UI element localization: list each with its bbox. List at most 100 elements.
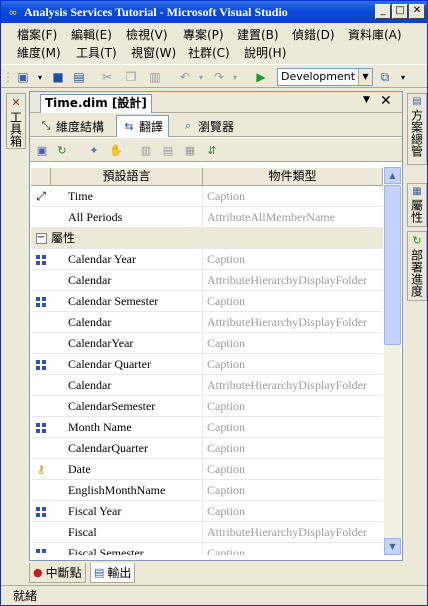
menu-view[interactable]: 檢視(V) (126, 26, 168, 43)
paste-icon[interactable]: ▥ (147, 69, 163, 85)
toolbar-grip-icon: ⋮ (2, 70, 14, 84)
default-language-cell: Date (51, 459, 203, 479)
table-row[interactable]: Fiscal Semester Caption (31, 543, 383, 555)
menu-tools[interactable]: 工具(T) (76, 44, 117, 61)
table-row[interactable]: Month Name Caption (31, 417, 383, 438)
start-debugging-icon[interactable]: ▶ (253, 69, 269, 85)
grid-header: 預設語言 物件類型 (31, 167, 383, 186)
toolbox-label: 工具箱 (8, 111, 23, 147)
solution-configuration-select[interactable]: Development ▼ (277, 68, 373, 86)
menu-help[interactable]: 說明(H) (244, 44, 286, 61)
breakpoints-tab[interactable]: ● 中斷點 (29, 563, 86, 583)
output-tab[interactable]: ▤ 輸出 (90, 563, 136, 583)
tab-dimension-structure[interactable]: ⤡ 維度結構 (34, 115, 109, 137)
table-row[interactable]: Calendar AttributeHierarchyDisplayFolder (31, 375, 383, 396)
table-row[interactable]: CalendarQuarter Caption (31, 438, 383, 459)
row-icon-cell (31, 438, 51, 459)
chevron-down-icon[interactable]: ▼ (358, 69, 372, 85)
cut-translation-icon[interactable]: ▥ (138, 143, 154, 158)
add-new-item-icon[interactable]: ▣ (15, 69, 31, 85)
table-row[interactable]: Fiscal Year Caption (31, 501, 383, 522)
properties-label: 屬性 (409, 199, 424, 223)
tab-browser[interactable]: ⌕ 瀏覽器 (176, 115, 239, 137)
menu-community[interactable]: 社群(C) (188, 44, 230, 61)
redo-icon[interactable]: ↷ (211, 69, 227, 85)
default-language-cell: Fiscal (51, 522, 203, 542)
menu-file[interactable]: 檔案(F) (17, 26, 57, 43)
properties-tab[interactable]: ▦ 屬性 (407, 183, 427, 227)
toolbar-options-icon[interactable]: ▾ (395, 69, 411, 85)
cut-icon[interactable]: ✂ (99, 69, 115, 85)
table-row[interactable]: CalendarSemester Caption (31, 396, 383, 417)
delete-translation-icon[interactable]: ✋ (108, 143, 124, 158)
title-bar[interactable]: ∞ Analysis Services Tutorial - Microsoft… (1, 1, 427, 23)
close-document-icon[interactable]: ✕ (380, 93, 392, 109)
refresh-icon[interactable]: ↻ (54, 143, 70, 158)
default-language-cell: Calendar Year (51, 249, 203, 269)
menu-bar: 檔案(F) 編輯(E) 檢視(V) 專案(P) 建置(B) 偵錯(D) 資料庫(… (1, 23, 427, 63)
table-row[interactable]: Calendar Quarter Caption (31, 354, 383, 375)
add-new-item-dropdown-icon[interactable]: ▾ (32, 69, 48, 85)
document-tab[interactable]: Time.dim [設計] (40, 94, 152, 113)
table-row[interactable]: Calendar AttributeHierarchyDisplayFolder (31, 312, 383, 333)
maximize-button[interactable]: □ (392, 4, 408, 19)
table-row[interactable]: Calendar Semester Caption (31, 291, 383, 312)
scroll-thumb[interactable] (384, 185, 401, 345)
column-header-default-language[interactable]: 預設語言 (51, 167, 203, 186)
add-translation-icon[interactable]: ✦ (86, 143, 102, 158)
table-row[interactable]: CalendarYear Caption (31, 333, 383, 354)
object-type-cell: Caption (207, 399, 245, 413)
menu-debug[interactable]: 偵錯(D) (292, 26, 335, 43)
group-row[interactable]: − 屬性 (31, 228, 383, 249)
save-all-icon[interactable]: ▤ (71, 69, 87, 85)
scroll-down-icon[interactable]: ▼ (384, 538, 401, 555)
save-icon[interactable]: ■ (50, 69, 66, 85)
collapse-icon[interactable]: − (35, 233, 47, 244)
table-row[interactable]: All Periods AttributeAllMemberName (31, 207, 383, 228)
toolbox-tab[interactable]: ✕ 工具箱 (6, 93, 26, 149)
column-header-object-type[interactable]: 物件類型 (203, 167, 383, 186)
table-row[interactable]: ⚷ Date Caption (31, 459, 383, 480)
deployment-progress-tab[interactable]: ↻ 部署進度 (407, 231, 427, 301)
menu-window[interactable]: 視窗(W) (131, 44, 176, 61)
new-caption-icon[interactable]: ▣ (34, 143, 50, 158)
table-row[interactable]: Calendar Year Caption (31, 249, 383, 270)
undo-icon[interactable]: ↶ (177, 69, 193, 85)
dimension-designer: Time.dim [設計] ▼ ✕ ⤡ 維度結構 ⇆ 翻譯 ⌕ 瀏覽器 ▣ ↻ … (29, 91, 403, 561)
menu-edit[interactable]: 編輯(E) (71, 26, 112, 43)
undo-dropdown-icon[interactable]: ▾ (193, 69, 209, 85)
object-type-cell: Caption (207, 504, 245, 518)
default-language-cell: CalendarQuarter (51, 438, 203, 458)
menu-project[interactable]: 專案(P) (183, 26, 224, 43)
tab-dimension-structure-label: 維度結構 (56, 119, 105, 134)
find-icon[interactable]: ⧉ (377, 69, 393, 85)
minimize-button[interactable]: _ (375, 4, 391, 19)
object-type-cell: Caption (207, 420, 245, 434)
solution-explorer-tab[interactable]: ▤ 方案總管 (407, 93, 427, 165)
tab-translations[interactable]: ⇆ 翻譯 (116, 115, 170, 137)
table-row[interactable]: Calendar AttributeHierarchyDisplayFolder (31, 270, 383, 291)
row-icon-cell (31, 543, 51, 555)
copy-icon[interactable]: ❐ (123, 69, 139, 85)
object-type-cell: AttributeHierarchyDisplayFolder (207, 378, 367, 392)
output-icon: ▤ (94, 566, 105, 579)
edit-translation-icon[interactable]: ⇵ (204, 143, 220, 158)
row-icon-cell (31, 375, 51, 396)
menu-dimension[interactable]: 維度(M) (17, 44, 61, 61)
default-language-cell: EnglishMonthName (51, 480, 203, 500)
menu-database[interactable]: 資料庫(A) (348, 26, 402, 43)
left-dock-strip: ✕ 工具箱 (3, 89, 26, 559)
redo-dropdown-icon[interactable]: ▾ (227, 69, 243, 85)
row-icon-cell: ⤢ (31, 186, 51, 207)
copy-translation-icon[interactable]: ▤ (160, 143, 176, 158)
paste-translation-icon[interactable]: ▦ (182, 143, 198, 158)
table-row[interactable]: EnglishMonthName Caption (31, 480, 383, 501)
vertical-scrollbar[interactable]: ▲ ▼ (384, 167, 401, 555)
scroll-up-icon[interactable]: ▲ (384, 167, 401, 184)
menu-build[interactable]: 建置(B) (237, 26, 279, 43)
active-files-dropdown-icon[interactable]: ▼ (363, 95, 370, 105)
table-row[interactable]: ⤢ Time Caption (31, 186, 383, 207)
object-type-cell: AttributeHierarchyDisplayFolder (207, 315, 367, 329)
table-row[interactable]: Fiscal AttributeHierarchyDisplayFolder (31, 522, 383, 543)
close-button[interactable]: ✕ (409, 4, 425, 19)
